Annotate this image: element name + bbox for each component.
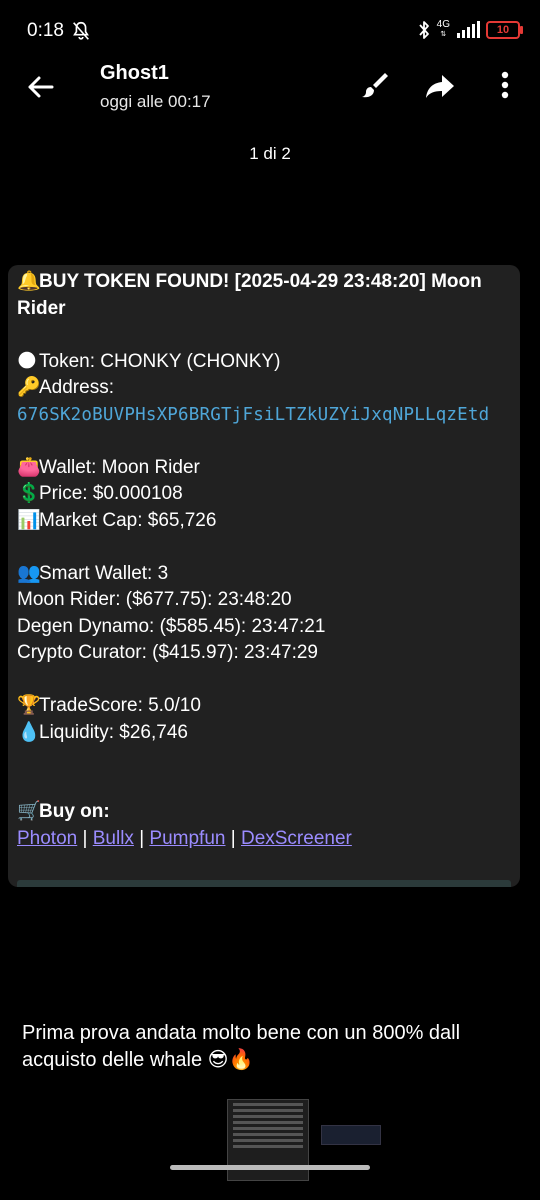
link-photon[interactable]: Photon	[17, 828, 77, 849]
buy-row: Crypto Curator: ($415.97): 23:47:29	[17, 642, 319, 663]
share-icon[interactable]	[424, 71, 456, 101]
buy-row: Degen Dynamo: ($585.45): 23:47:21	[17, 615, 326, 637]
bell-icon: 🔔	[17, 271, 41, 292]
battery-icon: 10	[486, 21, 523, 39]
network-type: 4G ⇅	[436, 19, 450, 39]
thumbnail-next[interactable]	[321, 1125, 381, 1145]
media-caption: Prima prova andata molto bene con un 800…	[22, 1022, 461, 1071]
signal-icon	[457, 21, 480, 38]
viewer-top-bar: Ghost1 oggi alle 00:17	[0, 55, 540, 115]
buy-row: Moon Rider: ($677.75): 23:48:20	[17, 589, 292, 610]
cart-icon: 🛒	[17, 801, 41, 822]
bar-chart-icon: 📊	[17, 509, 41, 531]
market-cap-line: Market Cap: $65,726	[39, 509, 217, 531]
gesture-home-bar[interactable]	[170, 1165, 370, 1170]
droplet-icon: 💧	[17, 721, 41, 743]
message-card: 🔔BUY TOKEN FOUND! [2025-04-29 23:48:20] …	[8, 265, 520, 887]
trade-score-line: TradeScore: 5.0/10	[39, 695, 201, 716]
trophy-icon: 🏆	[17, 695, 41, 716]
more-vert-icon[interactable]	[490, 69, 520, 101]
token-line: Token: CHONKY (CHONKY)	[39, 350, 281, 372]
link-separator: |	[77, 827, 93, 849]
key-icon: 🔑	[17, 377, 41, 398]
brush-icon[interactable]	[358, 69, 390, 101]
liquidity-line: Liquidity: $26,746	[39, 721, 188, 743]
price-line: Price: $0.000108	[39, 483, 183, 504]
back-arrow-icon[interactable]	[24, 71, 56, 103]
do-not-disturb-icon	[73, 21, 89, 40]
link-dexscreener[interactable]: DexScreener	[241, 828, 352, 849]
sender-name: Ghost1	[100, 62, 169, 84]
link-pumpfun[interactable]: Pumpfun	[149, 828, 225, 849]
link-bullx[interactable]: Bullx	[93, 828, 134, 849]
thumbnail-strip	[0, 1095, 540, 1185]
link-separator: |	[225, 827, 241, 849]
status-icons: 4G ⇅ 10	[417, 18, 523, 42]
moon-icon: 🌑	[17, 350, 37, 372]
status-bar: 0:18 4G ⇅ 10	[0, 0, 540, 62]
purse-icon: 👛	[17, 456, 41, 478]
bluetooth-icon	[418, 21, 429, 39]
status-time: 0:18	[27, 20, 64, 41]
battery-level: 10	[496, 24, 510, 36]
people-icon: 👥	[17, 562, 41, 584]
link-separator: |	[133, 827, 150, 849]
smart-wallet-line: Smart Wallet: 3	[39, 562, 169, 584]
inline-button-strip	[17, 880, 511, 887]
buy-links: Photon | Bullx | Pumpfun | DexScreener	[17, 826, 515, 853]
dollar-icon: 💲	[17, 483, 41, 504]
wallet-line: Wallet: Moon Rider	[39, 456, 200, 478]
token-address[interactable]: 676SK2oBUVPHsXP6BRGTjFsiLTZkUZYiJxqNPLLq…	[17, 402, 515, 429]
alert-title: BUY TOKEN FOUND! [2025-04-29 23:48:20] M…	[17, 271, 482, 319]
message-body: 🔔BUY TOKEN FOUND! [2025-04-29 23:48:20] …	[17, 269, 515, 852]
buy-on-label: Buy on:	[39, 801, 110, 822]
message-timestamp: oggi alle 00:17	[100, 92, 211, 111]
media-counter: 1 di 2	[249, 144, 291, 163]
address-label: Address:	[39, 377, 114, 398]
network-label: 4G	[436, 19, 450, 30]
